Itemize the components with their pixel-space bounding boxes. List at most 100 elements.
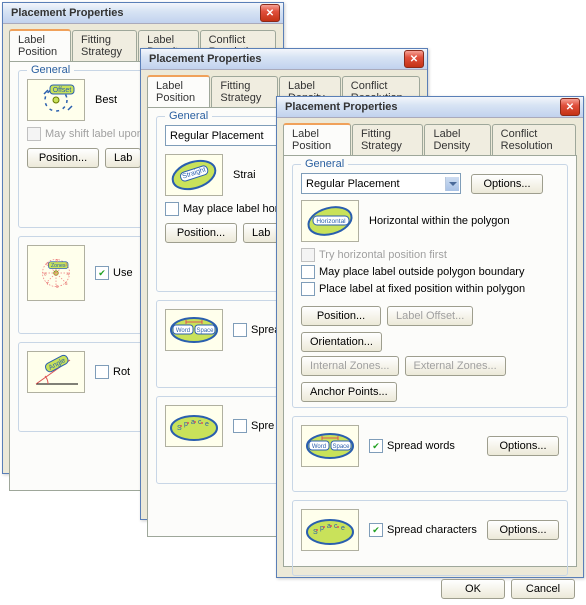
- fieldset-legend: General: [301, 158, 348, 170]
- tab-label-position[interactable]: Label Position: [283, 123, 351, 155]
- options-button[interactable]: Options...: [471, 174, 543, 194]
- may-shift-checkbox: May shift label upon fix: [27, 127, 157, 141]
- svg-text:4: 4: [67, 271, 70, 276]
- tab-label-position[interactable]: Label Position: [147, 75, 210, 107]
- fixed-pos-checkbox[interactable]: Place label at fixed position within pol…: [301, 282, 525, 296]
- svg-text:Word: Word: [176, 328, 190, 334]
- ok-button[interactable]: OK: [441, 579, 505, 599]
- use-label: Use: [113, 267, 133, 279]
- spread-chars-label: Spre: [251, 420, 274, 432]
- checkbox-icon: [301, 282, 315, 296]
- position-button[interactable]: Position...: [301, 306, 381, 326]
- spread-chars-checkbox[interactable]: Spre: [233, 419, 274, 433]
- position-button[interactable]: Position...: [27, 148, 99, 168]
- wordspace-icon: Word Space: [301, 425, 359, 467]
- titlebar[interactable]: Placement Properties ✕: [3, 3, 283, 24]
- svg-text:8: 8: [44, 271, 47, 276]
- select-value: Regular Placement: [306, 178, 400, 190]
- tab-label-density[interactable]: Label Density: [424, 124, 490, 155]
- rotate-label: Rot: [113, 366, 130, 378]
- space-icon: Space: [165, 405, 223, 447]
- spread-chars-label: Spread characters: [387, 524, 477, 536]
- checkbox-icon: [95, 365, 109, 379]
- orientation-button[interactable]: Orientation...: [301, 332, 382, 352]
- checkbox-icon: [301, 248, 315, 262]
- svg-text:Space: Space: [196, 328, 214, 334]
- try-horizontal-checkbox: Try horizontal position first: [301, 248, 447, 262]
- tab-body: General Regular Placement Options... Hor…: [283, 155, 577, 567]
- may-outside-checkbox[interactable]: May place label outside polygon boundary: [301, 265, 524, 279]
- spread-chars-options-button[interactable]: Options...: [487, 520, 559, 540]
- fieldset-legend: General: [165, 110, 212, 122]
- tab-row: Label Position Fitting Strategy Label De…: [283, 124, 577, 155]
- zones-icon: Zones31847652: [27, 245, 85, 301]
- rotate-checkbox[interactable]: Rot: [95, 365, 130, 379]
- spread-chars-fieldset: Space Spread characters Options...: [292, 500, 568, 576]
- titlebar[interactable]: Placement Properties ✕: [277, 97, 583, 118]
- placement-select[interactable]: Regular Placement: [301, 173, 461, 194]
- tab-fitting-strategy[interactable]: Fitting Strategy: [211, 76, 278, 107]
- offset-icon: Offset: [27, 79, 85, 121]
- angle-icon: Angle: [27, 351, 85, 393]
- titlebar[interactable]: Placement Properties ✕: [141, 49, 427, 70]
- space-icon: Space: [301, 509, 359, 551]
- position-button[interactable]: Position...: [165, 223, 237, 243]
- label-button[interactable]: Lab: [243, 223, 279, 243]
- external-zones-button: External Zones...: [405, 356, 506, 376]
- spread-words-row: Word Space Spread words Options...: [301, 425, 559, 467]
- spread-words-options-button[interactable]: Options...: [487, 436, 559, 456]
- button-row-1: Position... Label Offset... Orientation.…: [301, 306, 559, 352]
- checkbox-icon: [233, 323, 247, 337]
- spread-words-checkbox[interactable]: Sprea: [233, 323, 280, 337]
- svg-text:p: p: [320, 525, 324, 532]
- window-title: Placement Properties: [11, 7, 260, 19]
- svg-text:e: e: [341, 525, 345, 532]
- svg-text:5: 5: [65, 281, 68, 286]
- checkbox-icon: [95, 266, 109, 280]
- label-button[interactable]: Lab: [105, 148, 141, 168]
- straight-desc: Strai: [233, 169, 256, 181]
- spread-chars-row: Space Spread characters Options...: [301, 509, 559, 551]
- spread-words-checkbox[interactable]: Spread words: [369, 439, 477, 453]
- svg-text:Horizontal: Horizontal: [316, 218, 346, 225]
- checkbox-icon: [233, 419, 247, 433]
- horizontal-icon: Horizontal: [301, 200, 359, 242]
- label-offset-button: Label Offset...: [387, 306, 473, 326]
- checkbox-icon: [369, 439, 383, 453]
- fieldset-legend: General: [27, 64, 74, 76]
- general-fieldset: General Regular Placement Options... Hor…: [292, 164, 568, 408]
- close-icon[interactable]: ✕: [560, 98, 580, 116]
- horizontal-desc: Horizontal within the polygon: [369, 215, 510, 227]
- checkbox-icon: [369, 523, 383, 537]
- spread-chars-checkbox[interactable]: Spread characters: [369, 523, 477, 537]
- try-horizontal-label: Try horizontal position first: [319, 249, 447, 261]
- tab-fitting-strategy[interactable]: Fitting Strategy: [352, 124, 424, 155]
- fixed-pos-label: Place label at fixed position within pol…: [319, 283, 525, 295]
- tab-label-position[interactable]: Label Position: [9, 29, 71, 61]
- dialog-footer: OK Cancel: [277, 573, 583, 605]
- svg-text:Word: Word: [312, 444, 326, 450]
- anchor-points-button[interactable]: Anchor Points...: [301, 382, 397, 402]
- button-row-2: Internal Zones... External Zones... Anch…: [301, 356, 559, 402]
- svg-text:e: e: [205, 421, 209, 428]
- internal-zones-button: Internal Zones...: [301, 356, 399, 376]
- tab-fitting-strategy[interactable]: Fitting Strategy: [72, 30, 137, 61]
- svg-text:p: p: [184, 421, 188, 428]
- svg-text:7: 7: [46, 281, 49, 286]
- close-icon[interactable]: ✕: [260, 4, 280, 22]
- select-value: Regular Placement: [170, 130, 264, 142]
- svg-text:Space: Space: [332, 444, 350, 450]
- offset-desc: Best: [95, 94, 117, 106]
- chevron-down-icon: [445, 177, 459, 191]
- straight-icon: Straight: [165, 154, 223, 196]
- window-title: Placement Properties: [149, 53, 404, 65]
- tab-conflict-resolution[interactable]: Conflict Resolution: [492, 124, 576, 155]
- svg-text:Zones: Zones: [51, 263, 66, 269]
- spread-words-fieldset: Word Space Spread words Options...: [292, 416, 568, 492]
- checkbox-icon: [165, 202, 179, 216]
- use-zones-checkbox[interactable]: Use: [95, 266, 133, 280]
- cancel-button[interactable]: Cancel: [511, 579, 575, 599]
- close-icon[interactable]: ✕: [404, 50, 424, 68]
- checkbox-icon: [27, 127, 41, 141]
- wordspace-icon: Word Space: [165, 309, 223, 351]
